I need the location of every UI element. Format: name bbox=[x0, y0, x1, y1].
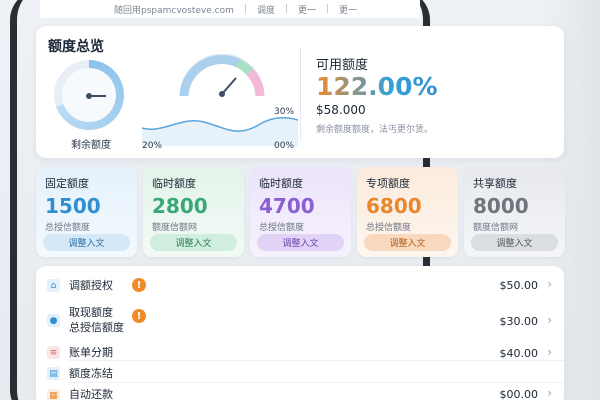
list-item-amount: $50.00 bbox=[499, 279, 539, 292]
available-note: 剩余额度额度，法丐更尔赁。 bbox=[316, 125, 434, 135]
adjust-button[interactable]: 调整入文 bbox=[257, 234, 344, 251]
list-item-amount: $00.00 bbox=[499, 388, 539, 400]
chevron-right-icon: › bbox=[547, 313, 552, 327]
freeze-icon: ▤ bbox=[47, 367, 60, 380]
adjust-button[interactable]: 调整入文 bbox=[43, 234, 130, 251]
quota-sub: 总授信额度 bbox=[366, 223, 412, 233]
quota-card-temp-1[interactable]: 临时额度 2800 额度信额网 调整入文 bbox=[143, 167, 244, 257]
quota-value: 8000 bbox=[473, 194, 529, 218]
list-item-sublabel: 总授信额度 bbox=[69, 321, 124, 334]
gauge-arc-green bbox=[235, 58, 254, 76]
action-list: ⌂ 调额授权 ! $50.00 › ● 取现额度 总授信额度 ! $30.00 … bbox=[36, 266, 564, 400]
top-bar: 随回用pspamcvosteve.com | 调度 | 更一 | 更一 bbox=[40, 0, 420, 18]
quota-value: 1500 bbox=[45, 194, 101, 218]
overview-card: 额度总览 剩余额度 20% 30% 00% 可用额度 122.00% $58.0… bbox=[36, 26, 564, 158]
list-item-label: 取现额度 bbox=[69, 306, 113, 319]
top-separator: | bbox=[243, 4, 247, 14]
calendar-icon: ▦ bbox=[47, 389, 60, 400]
top-separator: | bbox=[284, 4, 288, 14]
list-item-label: 调额授权 bbox=[69, 279, 113, 292]
overview-title: 额度总览 bbox=[48, 39, 104, 55]
list-item-label: 额度冻结 bbox=[69, 367, 113, 380]
quota-sub: 额度信额网 bbox=[152, 223, 198, 233]
bill-icon: ≡ bbox=[47, 346, 60, 359]
top-link-3[interactable]: 更一 bbox=[339, 3, 357, 16]
quota-name: 共享额度 bbox=[473, 177, 517, 190]
list-item-amount: $40.00 bbox=[499, 347, 539, 360]
remaining-gauge-label: 剩余额度 bbox=[71, 140, 111, 151]
quota-name: 临时额度 bbox=[152, 177, 196, 190]
user-icon: ● bbox=[47, 314, 60, 327]
list-item-authorize[interactable]: ⌂ 调额授权 ! $50.00 › bbox=[36, 272, 564, 302]
adjust-button[interactable]: 调整入文 bbox=[150, 234, 237, 251]
gauge-needle-line bbox=[221, 77, 237, 95]
top-separator: | bbox=[326, 4, 330, 14]
url-text: 随回用pspamcvosteve.com bbox=[114, 5, 234, 16]
row-divider bbox=[69, 360, 564, 361]
quota-card-special[interactable]: 专项额度 6800 总授信额度 调整入文 bbox=[357, 167, 458, 257]
available-amount: $58.000 bbox=[316, 103, 366, 117]
gauge-pivot bbox=[86, 93, 92, 99]
adjust-button[interactable]: 调整入文 bbox=[471, 234, 558, 251]
gauge-arc-blue bbox=[179, 54, 240, 97]
available-percent: 122.00% bbox=[316, 72, 438, 101]
chevron-right-icon: › bbox=[547, 386, 552, 400]
list-item-amount: $30.00 bbox=[499, 315, 539, 328]
quota-name: 固定额度 bbox=[45, 177, 89, 190]
chart-label-right-bottom: 00% bbox=[274, 141, 294, 151]
quota-value: 2800 bbox=[152, 194, 208, 218]
chart-label-left: 20% bbox=[142, 141, 162, 151]
quota-name: 专项额度 bbox=[366, 177, 410, 190]
adjust-button[interactable]: 调整入文 bbox=[364, 234, 451, 251]
quota-sub: 总授信额度 bbox=[259, 223, 305, 233]
chart-label-right-top: 30% bbox=[274, 107, 294, 117]
available-title: 可用额度 bbox=[316, 58, 369, 73]
top-link-1[interactable]: 调度 bbox=[257, 3, 275, 16]
top-link-2[interactable]: 更一 bbox=[298, 3, 316, 16]
list-item-label: 自动还款 bbox=[69, 388, 113, 400]
list-item-autopay[interactable]: ▦ 自动还款 $00.00 › bbox=[36, 386, 564, 400]
gauge-needle-pivot bbox=[219, 91, 225, 97]
quota-sub: 额度信额网 bbox=[473, 223, 519, 233]
warning-icon: ! bbox=[132, 278, 146, 292]
quota-card-shared[interactable]: 共享额度 8000 额度信额网 调整入文 bbox=[464, 167, 565, 257]
usage-gauge-chart: 20% 30% 00% bbox=[142, 54, 298, 151]
list-item-cash[interactable]: ● 取现额度 总授信额度 ! $30.00 › bbox=[36, 306, 564, 340]
chevron-right-icon: › bbox=[547, 277, 552, 291]
row-divider bbox=[69, 382, 564, 383]
warning-icon: ! bbox=[132, 309, 146, 323]
quota-name: 临时额度 bbox=[259, 177, 303, 190]
quota-value: 6800 bbox=[366, 194, 422, 218]
chevron-right-icon: › bbox=[547, 345, 552, 359]
list-item-label: 账单分期 bbox=[69, 346, 113, 359]
quota-sub: 总授信额度 bbox=[45, 223, 91, 233]
quota-value: 4700 bbox=[259, 194, 315, 218]
quota-card-temp-2[interactable]: 临时额度 4700 总授信额度 调整入文 bbox=[250, 167, 351, 257]
home-icon: ⌂ bbox=[47, 279, 60, 292]
quota-card-fixed[interactable]: 固定额度 1500 总授信额度 调整入文 bbox=[36, 167, 137, 257]
overview-divider bbox=[300, 48, 301, 140]
